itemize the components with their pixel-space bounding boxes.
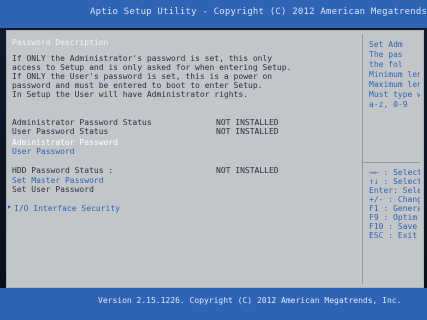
description-line-2: access to Setup and is only asked for wh… — [12, 63, 292, 72]
description-line-3: If ONLY the User's password is set, this… — [12, 72, 273, 81]
help-line-1: Set Adm — [369, 40, 403, 49]
io-interface-security-item[interactable]: I/O Interface Security — [14, 204, 120, 213]
hdd-password-status-label: HDD Password Status : — [12, 166, 114, 175]
help-line-2: The pas — [369, 50, 403, 59]
help-divider — [363, 162, 420, 163]
set-master-password-item[interactable]: Set Master Password — [12, 176, 104, 185]
set-user-password-item[interactable]: Set User Password — [12, 185, 94, 194]
hdd-password-status-value: NOT INSTALLED — [216, 166, 279, 175]
bios-screen: Aptio Setup Utility - Copyright (C) 2012… — [0, 0, 427, 320]
submenu-arrow-icon — [8, 204, 12, 210]
password-pane: Password Description If ONLY the Adminis… — [8, 34, 358, 284]
admin-password-status-label: Administrator Password Status — [12, 118, 152, 127]
title-text: Aptio Setup Utility - Copyright (C) 2012… — [90, 7, 427, 17]
help-pane: Set Adm The pas the fol Minimum len Maxi… — [362, 34, 420, 284]
help-line-6: Must type wo — [369, 90, 420, 99]
description-line-4: password and must be entered to boot to … — [12, 81, 263, 90]
user-password-status-value: NOT INSTALLED — [216, 127, 279, 136]
key-hint-6: F9 : Optim — [369, 213, 418, 222]
help-line-4: Minimum len — [369, 70, 420, 79]
description-line-1: If ONLY the Administrator's password is … — [12, 54, 273, 63]
title-bar: Aptio Setup Utility - Copyright (C) 2012… — [0, 0, 427, 28]
admin-password-status-value: NOT INSTALLED — [216, 118, 279, 127]
key-hint-1: →← : Select — [369, 168, 420, 177]
key-hint-3: Enter: Select — [369, 186, 420, 195]
key-hint-5: F1 : General — [369, 204, 420, 213]
key-hint-4: +/- : Change — [369, 195, 420, 204]
help-line-5: Maximum len — [369, 80, 420, 89]
description-line-5: In Setup the User will have Administrato… — [12, 90, 249, 99]
help-line-7: a-z, 0-9 — [369, 100, 408, 109]
help-line-3: the fol — [369, 60, 403, 69]
version-text: Version 2.15.1226. Copyright (C) 2012 Am… — [98, 296, 402, 305]
section-title: Password Description — [12, 38, 109, 47]
user-password-item[interactable]: User Password — [12, 147, 75, 156]
administrator-password-item[interactable]: Administrator Password — [12, 138, 118, 147]
key-hint-8: ESC : Exit — [369, 231, 418, 240]
user-password-status-label: User Password Status — [12, 127, 109, 136]
key-hint-2: ↑↓ : Select — [369, 177, 420, 186]
key-hint-7: F10 : Save — [369, 222, 418, 231]
